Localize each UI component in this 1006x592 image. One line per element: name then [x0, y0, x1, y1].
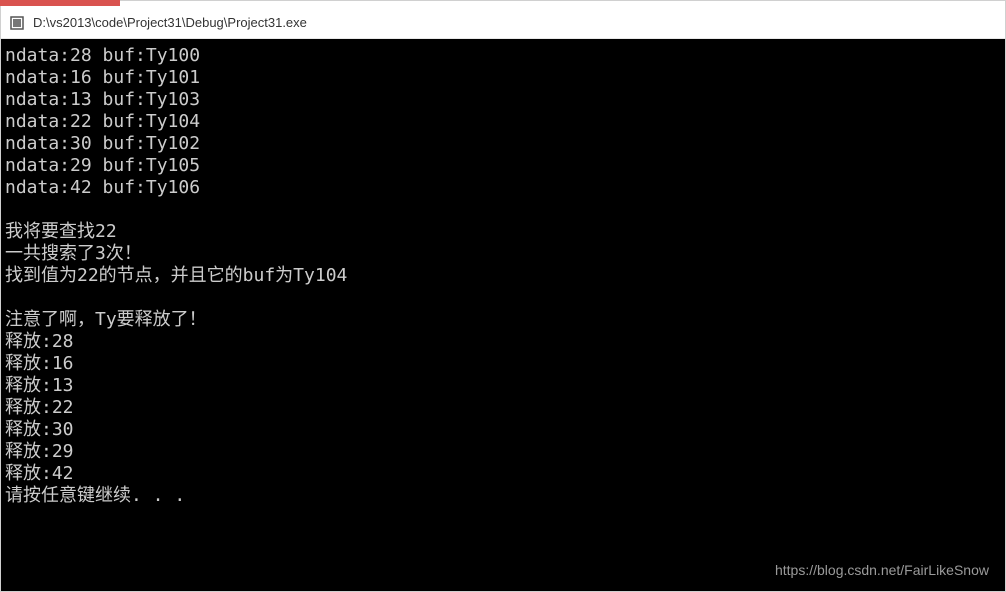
console-line [5, 199, 1005, 221]
console-line: 我将要查找22 [5, 221, 1005, 243]
console-line: 释放:16 [5, 353, 1005, 375]
console-line: ndata:29 buf:Ty105 [5, 155, 1005, 177]
title-bar[interactable]: D:\vs2013\code\Project31\Debug\Project31… [1, 7, 1005, 39]
console-line: ndata:13 buf:Ty103 [5, 89, 1005, 111]
console-line: 请按任意键继续. . . [5, 485, 1005, 507]
console-line: 释放:29 [5, 441, 1005, 463]
console-line: ndata:16 buf:Ty101 [5, 67, 1005, 89]
console-line: 释放:28 [5, 331, 1005, 353]
console-line: 一共搜索了3次！ [5, 243, 1005, 265]
console-line: ndata:22 buf:Ty104 [5, 111, 1005, 133]
window-frame: D:\vs2013\code\Project31\Debug\Project31… [0, 0, 1006, 592]
console-line: 释放:30 [5, 419, 1005, 441]
console-output[interactable]: ndata:28 buf:Ty100 ndata:16 buf:Ty101 nd… [1, 39, 1005, 591]
console-line: ndata:28 buf:Ty100 [5, 45, 1005, 67]
console-line: 释放:42 [5, 463, 1005, 485]
watermark: https://blog.csdn.net/FairLikeSnow [775, 559, 989, 581]
console-line: 注意了啊，Ty要释放了！ [5, 309, 1005, 331]
app-icon [9, 15, 25, 31]
console-line: ndata:30 buf:Ty102 [5, 133, 1005, 155]
console-line: 释放:13 [5, 375, 1005, 397]
window-title: D:\vs2013\code\Project31\Debug\Project31… [33, 15, 307, 30]
console-line: ndata:42 buf:Ty106 [5, 177, 1005, 199]
console-line: 找到值为22的节点，并且它的buf为Ty104 [5, 265, 1005, 287]
tab-indicator [0, 0, 120, 6]
console-line: 释放:22 [5, 397, 1005, 419]
console-line [5, 287, 1005, 309]
